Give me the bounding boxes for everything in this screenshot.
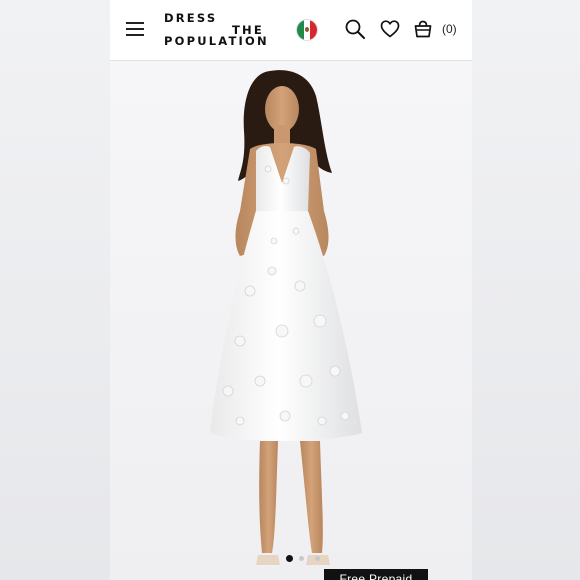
brand-word-population: POPULATION — [164, 34, 269, 48]
site-header: DRESS THE POPULATION (0) — [110, 0, 472, 61]
free-prepaid-button[interactable]: Free Prepaid — [324, 569, 428, 580]
product-image[interactable] — [110, 61, 472, 580]
carousel-dot-3[interactable] — [315, 556, 320, 561]
cart-count[interactable]: (0) — [442, 22, 457, 36]
shopping-bag-icon[interactable] — [412, 18, 434, 40]
brand-logo[interactable]: DRESS THE POPULATION — [164, 10, 267, 50]
carousel-dot-2[interactable] — [299, 556, 304, 561]
heart-icon[interactable] — [379, 18, 401, 40]
model-dress-illustration — [210, 70, 362, 565]
mexico-flag-icon[interactable] — [297, 20, 317, 40]
search-icon[interactable] — [344, 18, 366, 40]
mobile-viewport: DRESS THE POPULATION (0) Free Prepaid — [110, 0, 472, 580]
carousel-dot-1[interactable] — [286, 555, 293, 562]
right-backdrop — [472, 0, 580, 580]
brand-word-dress: DRESS — [164, 11, 218, 25]
menu-icon[interactable] — [126, 22, 144, 36]
left-backdrop — [0, 0, 110, 580]
